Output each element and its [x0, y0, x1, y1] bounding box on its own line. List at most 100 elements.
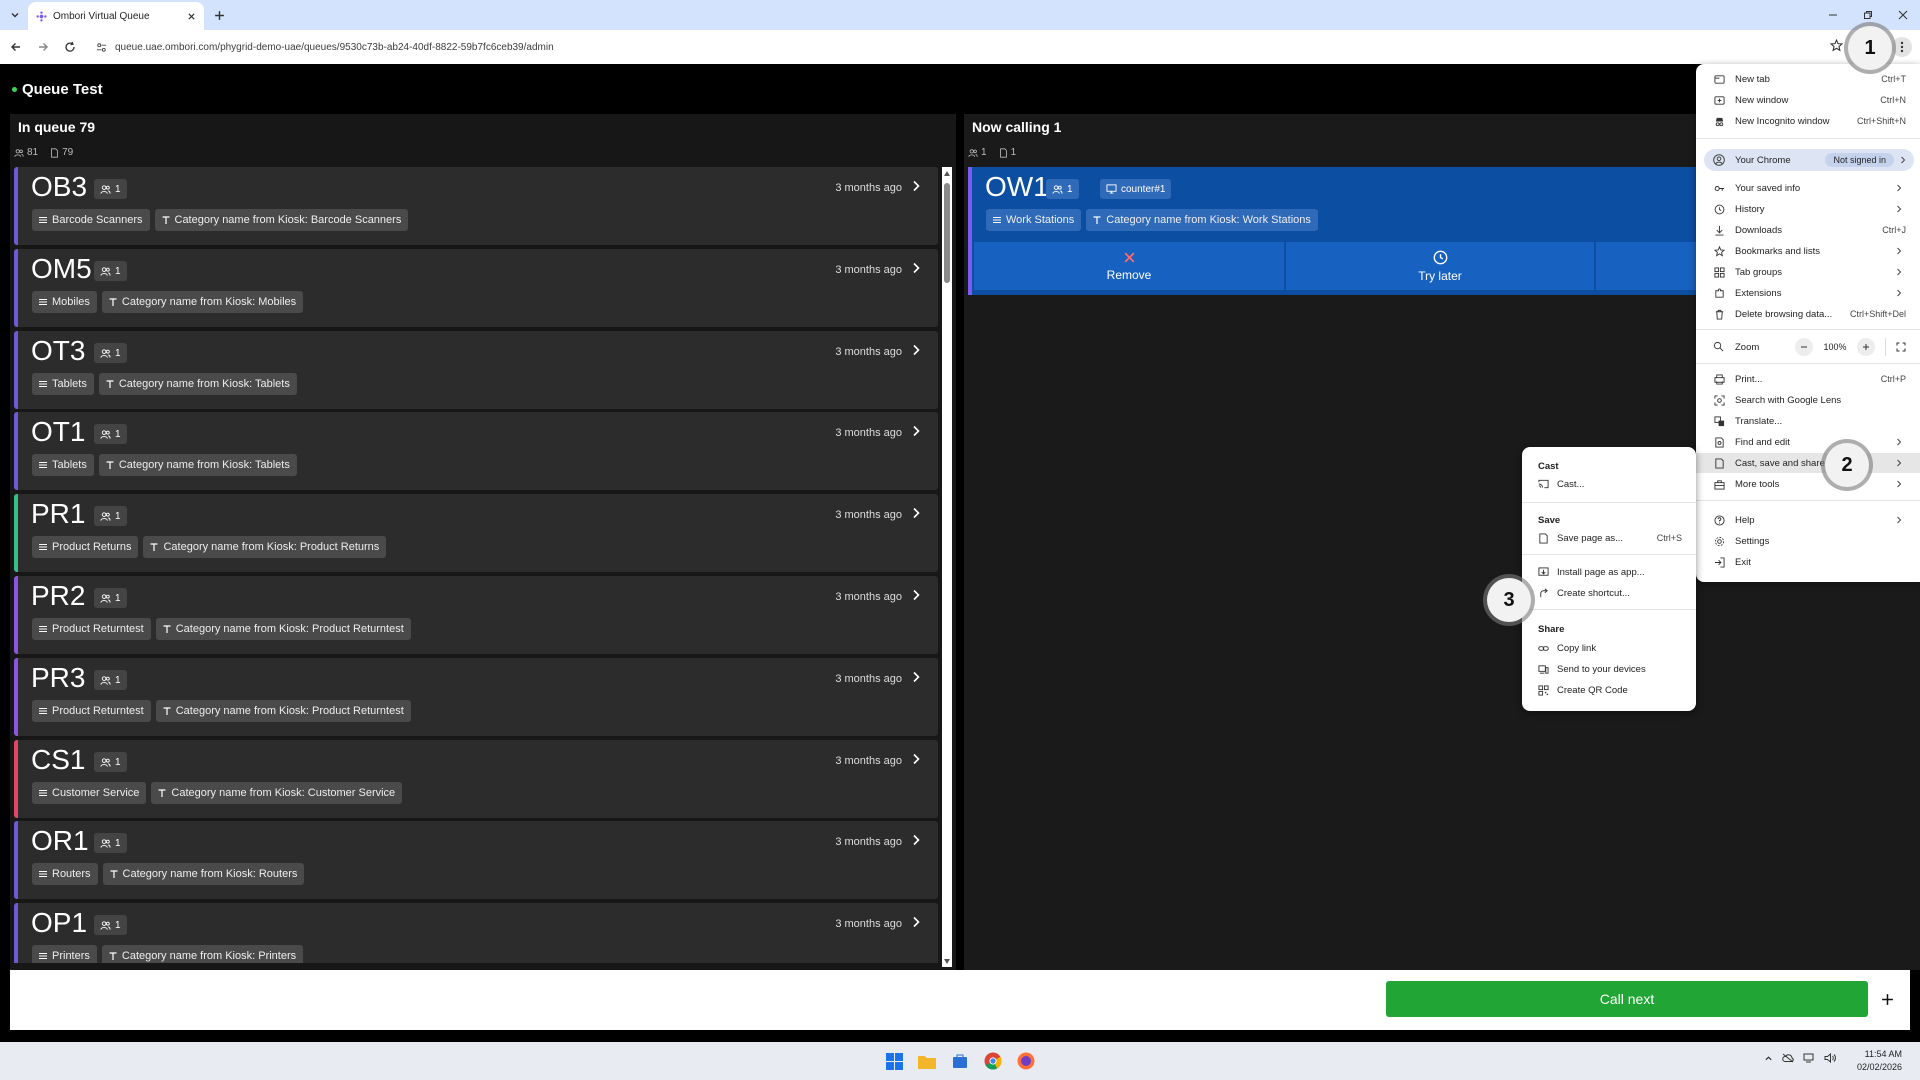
kiosk-field-tag: Category name from Kiosk: Customer Servi…: [151, 782, 403, 804]
next-action-button[interactable]: [1596, 242, 1696, 290]
url-text: queue.uae.ombori.com/phygrid-demo-uae/qu…: [115, 41, 554, 53]
network-icon[interactable]: [1803, 1053, 1815, 1063]
fullscreen-button[interactable]: [1896, 342, 1906, 352]
people-count: 1: [115, 674, 121, 686]
submenu-item-create-shortcut[interactable]: Create shortcut...: [1522, 583, 1696, 603]
store-button[interactable]: [950, 1051, 970, 1071]
remove-button[interactable]: Remove: [974, 242, 1284, 290]
bookmark-button[interactable]: [1830, 39, 1843, 52]
menu-item-settings[interactable]: Settings: [1696, 531, 1920, 551]
ticket-stat: 79: [50, 147, 73, 158]
menu-item-your-chrome[interactable]: Your Chrome Not signed in: [1704, 149, 1914, 171]
menu-item-exit[interactable]: Exit: [1696, 552, 1920, 572]
queue-ticket[interactable]: PR2 1 3 months ago Product Returntest Ca…: [14, 576, 938, 654]
firefox-taskbar-button[interactable]: [1016, 1051, 1036, 1071]
ticket-time: 3 months ago: [835, 182, 902, 194]
kiosk-field-tag: Category name from Kiosk: Tablets: [98, 373, 297, 395]
close-window-button[interactable]: [1894, 6, 1912, 24]
chevron-right-icon[interactable]: [912, 834, 920, 846]
volume-icon[interactable]: [1824, 1053, 1836, 1063]
start-button[interactable]: [884, 1051, 904, 1071]
chrome-taskbar-button[interactable]: [983, 1051, 1003, 1071]
queue-ticket[interactable]: OB3 1 3 months ago Barcode Scanners Cate…: [14, 167, 938, 245]
find-icon: [1713, 436, 1725, 448]
menu-item-tab-groups[interactable]: Tab groups: [1696, 262, 1920, 282]
in-queue-stats: 81 79: [14, 147, 73, 158]
browser-tab-active[interactable]: Ombori Virtual Queue: [28, 2, 204, 30]
taskbar-clock[interactable]: 11:54 AM 02/02/2026: [1857, 1048, 1902, 1074]
scroll-down-arrow[interactable]: [943, 957, 951, 965]
queue-ticket[interactable]: OR1 1 3 months ago Routers Category name…: [14, 821, 938, 899]
back-button[interactable]: [7, 38, 25, 56]
chevron-right-icon[interactable]: [912, 262, 920, 274]
menu-item-find-and-edit[interactable]: Find and edit: [1696, 432, 1920, 452]
chrome-menu-button[interactable]: [1892, 37, 1912, 57]
menu-item-google-lens[interactable]: Search with Google Lens: [1696, 390, 1920, 410]
submenu-item-copy-link[interactable]: Copy link: [1522, 638, 1696, 658]
clock-date: 02/02/2026: [1856, 1062, 1902, 1072]
ticket-list-scrollbar[interactable]: [942, 167, 952, 967]
submenu-item-save-page[interactable]: Save page as... Ctrl+S: [1522, 528, 1696, 548]
tab-search-button[interactable]: [6, 6, 24, 24]
submenu-item-qr-code[interactable]: Create QR Code: [1522, 680, 1696, 700]
menu-item-cast-save-share[interactable]: Cast, save and share: [1696, 453, 1920, 473]
chevron-right-icon[interactable]: [912, 507, 920, 519]
minimize-button[interactable]: [1824, 6, 1842, 24]
chevron-right-icon[interactable]: [912, 753, 920, 765]
menu-item-extensions[interactable]: Extensions: [1696, 283, 1920, 303]
list-icon: [39, 462, 47, 468]
queue-ticket[interactable]: OM5 1 3 months ago Mobiles Category name…: [14, 249, 938, 327]
submenu-item-cast[interactable]: Cast...: [1522, 474, 1696, 494]
now-calling-stats: 1 1: [968, 147, 1016, 158]
menu-item-more-tools[interactable]: More tools: [1696, 474, 1920, 494]
file-explorer-button[interactable]: [917, 1051, 937, 1071]
download-icon: [1713, 224, 1725, 236]
new-tab-button[interactable]: [210, 6, 228, 24]
zoom-out-button[interactable]: [1795, 338, 1813, 356]
submenu-item-send-to-devices[interactable]: Send to your devices: [1522, 659, 1696, 679]
menu-item-new-tab[interactable]: New tab Ctrl+T: [1696, 69, 1920, 89]
restore-button[interactable]: [1859, 6, 1877, 24]
close-tab-icon[interactable]: [187, 12, 196, 21]
chevron-right-icon[interactable]: [912, 425, 920, 437]
menu-item-bookmarks[interactable]: Bookmarks and lists: [1696, 241, 1920, 261]
menu-item-new-window[interactable]: New window Ctrl+N: [1696, 90, 1920, 110]
menu-item-saved-info[interactable]: Your saved info: [1696, 178, 1920, 198]
chevron-right-icon[interactable]: [912, 589, 920, 601]
submenu-label: Copy link: [1557, 642, 1597, 654]
call-next-button[interactable]: Call next: [1386, 981, 1868, 1017]
reload-button[interactable]: [61, 38, 79, 56]
chevron-right-icon[interactable]: [912, 671, 920, 683]
add-ticket-button[interactable]: [1876, 988, 1898, 1010]
queue-ticket[interactable]: OP1 1 3 months ago Printers Category nam…: [14, 903, 938, 963]
address-input[interactable]: queue.uae.ombori.com/phygrid-demo-uae/qu…: [96, 35, 1826, 59]
menu-item-new-incognito[interactable]: New Incognito window Ctrl+Shift+N: [1696, 111, 1920, 131]
people-icon: [100, 429, 111, 439]
chevron-right-icon[interactable]: [912, 344, 920, 356]
chevron-right-icon[interactable]: [912, 180, 920, 192]
menu-item-delete-browsing-data[interactable]: Delete browsing data... Ctrl+Shift+Del: [1696, 304, 1920, 324]
kiosk-field-text: Category name from Kiosk: Tablets: [118, 378, 290, 390]
menu-item-translate[interactable]: Translate...: [1696, 411, 1920, 431]
scroll-up-arrow[interactable]: [943, 169, 951, 177]
chevron-right-icon[interactable]: [912, 916, 920, 928]
queue-ticket[interactable]: OT1 1 3 months ago Tablets Category name…: [14, 412, 938, 490]
menu-item-downloads[interactable]: Downloads Ctrl+J: [1696, 220, 1920, 240]
queue-ticket[interactable]: OT3 1 3 months ago Tablets Category name…: [14, 331, 938, 409]
cloud-off-icon[interactable]: [1782, 1053, 1794, 1063]
queue-ticket[interactable]: CS1 1 3 months ago Customer Service Cate…: [14, 740, 938, 818]
scroll-thumb[interactable]: [944, 183, 950, 283]
chevron-up-icon[interactable]: [1764, 1054, 1773, 1063]
menu-item-print[interactable]: Print... Ctrl+P: [1696, 369, 1920, 389]
menu-item-history[interactable]: History: [1696, 199, 1920, 219]
menu-item-help[interactable]: Help: [1696, 510, 1920, 530]
try-later-button[interactable]: Try later: [1286, 242, 1594, 290]
submenu-item-install-app[interactable]: Install page as app...: [1522, 562, 1696, 582]
queue-ticket[interactable]: PR3 1 3 months ago Product Returntest Ca…: [14, 658, 938, 736]
firefox-icon: [1017, 1052, 1035, 1070]
site-info-icon[interactable]: [96, 42, 107, 53]
forward-button[interactable]: [34, 38, 52, 56]
chrome-main-menu: New tab Ctrl+T New window Ctrl+N New Inc…: [1696, 64, 1920, 582]
queue-ticket[interactable]: PR1 1 3 months ago Product Returns Categ…: [14, 494, 938, 572]
zoom-in-button[interactable]: [1857, 338, 1875, 356]
